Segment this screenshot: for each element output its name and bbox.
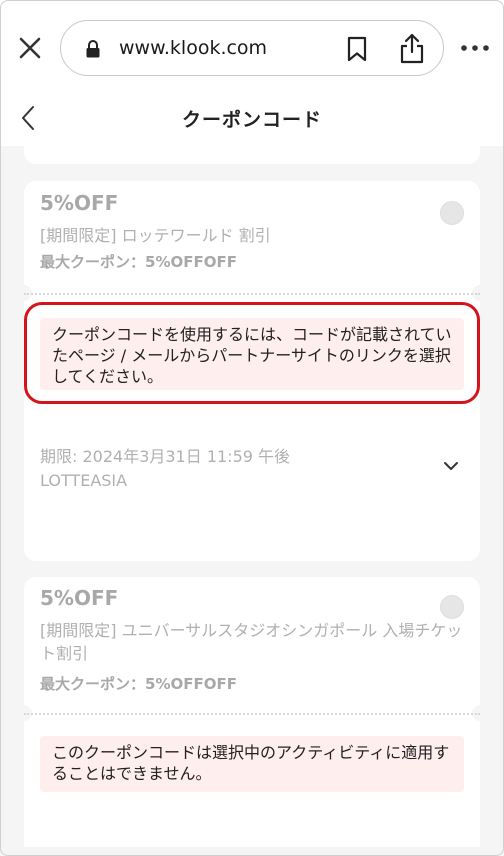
share-icon[interactable] [399,32,425,64]
url-text: www.klook.com [119,37,268,59]
coupon-card[interactable]: 5%OFF [期間限定] ロッテワールド 割引 最大クーポン：5%OFFOFF … [16,181,488,561]
coupon-radio[interactable] [440,595,464,619]
lock-icon [86,40,100,58]
coupon-max: 最大クーポン：5%OFFOFF [40,675,237,693]
page-title: クーポンコード [181,109,322,131]
bookmark-icon[interactable] [345,36,369,62]
browser-toolbar: www.klook.com [0,0,504,92]
coupon-code: LOTTEASIA [40,471,128,490]
coupon-discount: 5%OFF [40,586,119,610]
coupon-name: [期間限定] ロッテワールド 割引 [40,226,271,245]
previous-coupon-card [24,140,480,164]
coupon-name: [期間限定] ユニバーサルスタジオシンガポール 入場チケット割引 [40,621,463,663]
address-bar[interactable]: www.klook.com [60,20,444,76]
more-icon[interactable] [460,40,490,56]
coupon-card[interactable]: 5%OFF [期間限定] ユニバーサルスタジオシンガポール 入場チケット割引 最… [16,577,488,847]
coupon-max: 最大クーポン：5%OFFOFF [40,253,237,271]
dotted-divider [24,713,480,715]
coupon-notice: このクーポンコードは選択中のアクティビティに適用することはできません。 [40,736,464,792]
close-icon[interactable] [16,34,44,62]
coupon-discount: 5%OFF [40,191,119,215]
chevron-down-icon[interactable] [442,460,460,472]
highlight-annotation [24,302,480,404]
coupon-radio[interactable] [440,201,464,225]
dotted-divider [24,293,480,295]
coupon-expiry: 期限: 2024年3月31日 11:59 午後 [40,447,291,466]
page-header: クーポンコード [0,92,504,146]
